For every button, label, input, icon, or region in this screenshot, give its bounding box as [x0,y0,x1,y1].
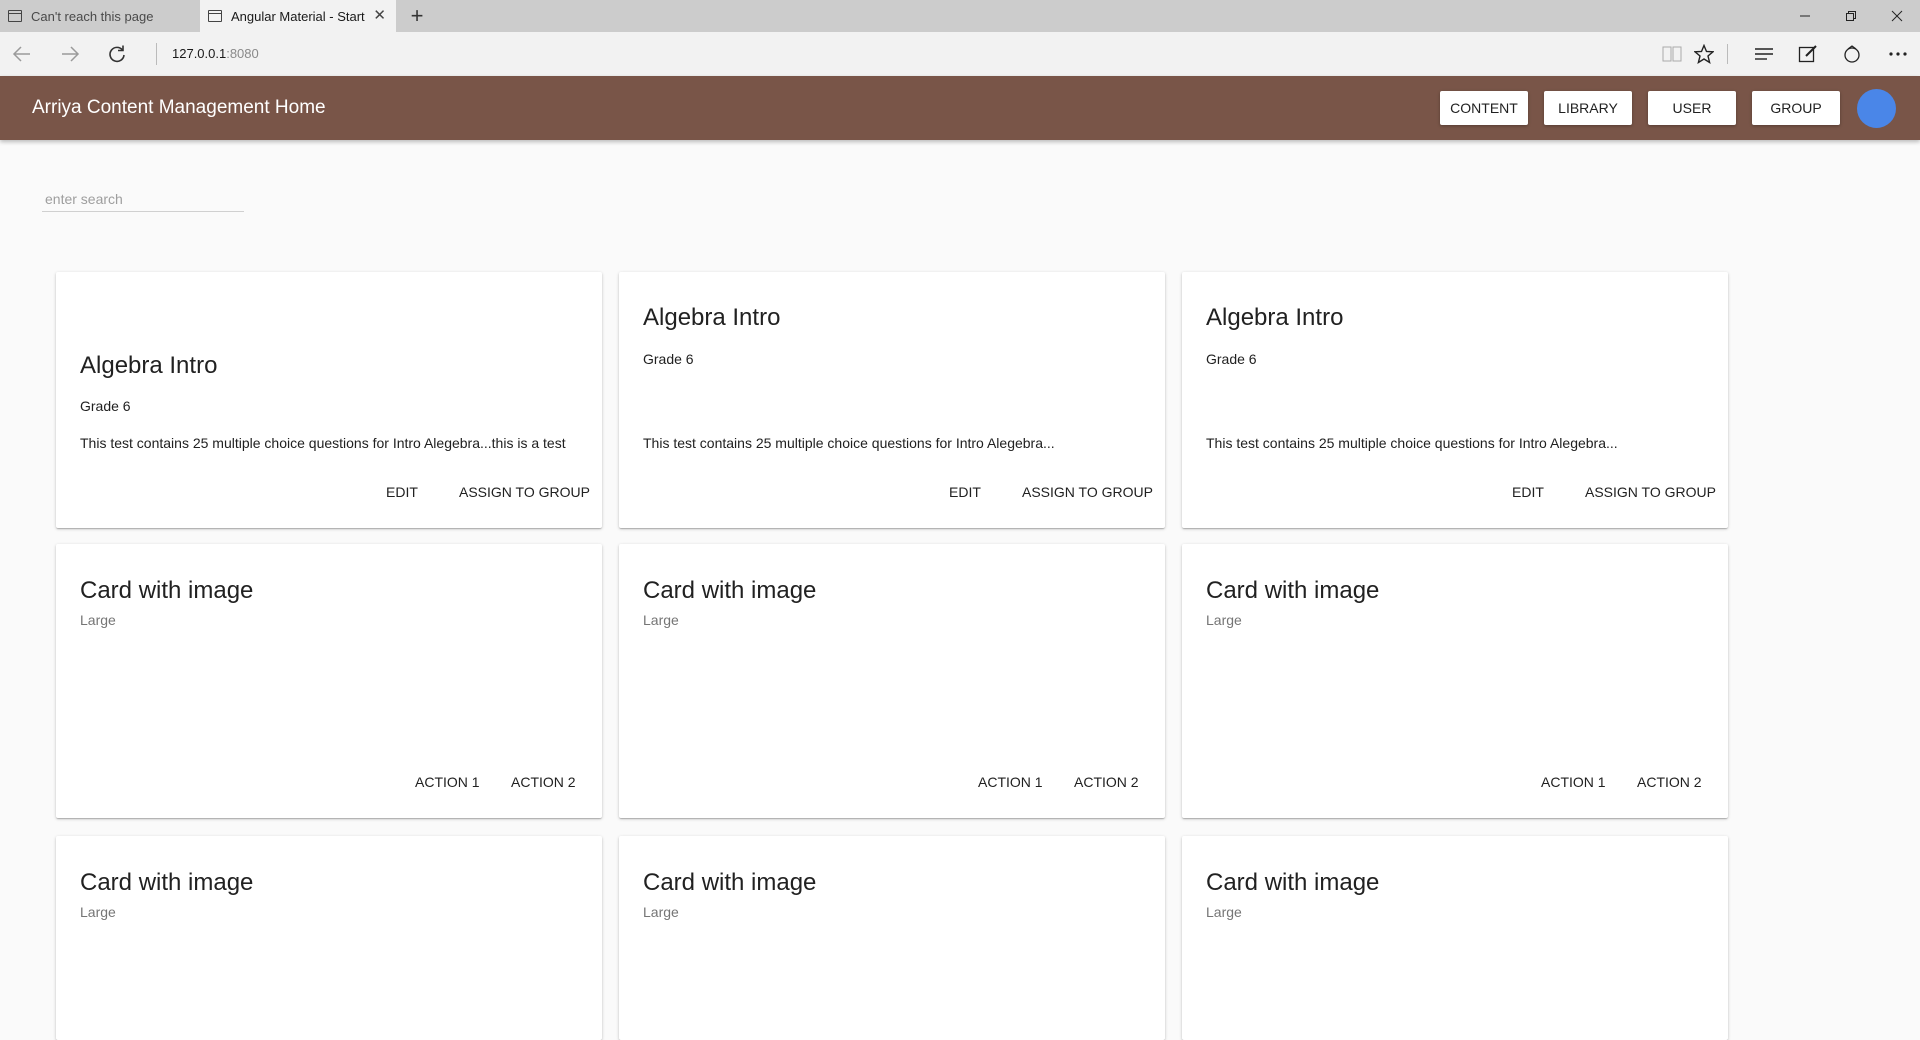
library-button[interactable]: LIBRARY [1544,91,1632,125]
book-icon [1662,46,1682,62]
toolbar-separator [1727,44,1728,64]
card-subtitle: Grade 6 [643,351,694,367]
card-description: This test contains 25 multiple choice qu… [80,435,566,451]
action-1-button[interactable]: ACTION 1 [1533,768,1614,796]
browser-tab-inactive[interactable]: Can't reach this page [0,0,200,32]
tab-label: Can't reach this page [31,8,154,24]
card-subtitle: Large [80,904,116,920]
share-icon [1844,45,1860,63]
card-subtitle: Large [643,904,679,920]
image-card: Card with image Large [56,836,602,1040]
search-input[interactable] [42,186,244,212]
url-host: 127.0.0.1 [172,46,227,61]
card-subtitle: Large [1206,904,1242,920]
reading-view-button[interactable] [1656,38,1688,70]
assign-to-group-button[interactable]: ASSIGN TO GROUP [1014,478,1161,506]
minimize-icon [1800,15,1810,17]
image-card: Card with image Large ACTION 1 ACTION 2 [619,544,1165,818]
more-icon [1889,52,1907,56]
refresh-icon [109,45,125,63]
url-field[interactable]: 127.0.0.1:8080 [156,43,259,65]
action-2-button[interactable]: ACTION 2 [1066,768,1147,796]
new-tab-button[interactable]: + [404,3,430,29]
action-2-button[interactable]: ACTION 2 [503,768,584,796]
close-window-button[interactable] [1874,0,1920,32]
card-subtitle: Large [1206,612,1242,628]
minimize-button[interactable] [1782,0,1828,32]
image-card: Card with image Large [619,836,1165,1040]
card-title: Algebra Intro [643,304,781,331]
assign-to-group-button[interactable]: ASSIGN TO GROUP [1577,478,1724,506]
forward-arrow-icon [62,46,80,62]
card-title: Card with image [1206,577,1380,604]
image-card: Card with image Large [1182,836,1728,1040]
refresh-button[interactable] [101,38,133,70]
user-button[interactable]: USER [1648,91,1736,125]
action-1-button[interactable]: ACTION 1 [407,768,488,796]
close-icon [1891,10,1903,22]
pen-note-icon [1798,45,1817,63]
card-title: Card with image [643,869,817,896]
card-subtitle: Large [643,612,679,628]
card-title: Card with image [80,869,254,896]
browser-tab-bar: Can't reach this page Angular Material -… [0,0,1920,32]
more-button[interactable] [1882,38,1914,70]
forward-button[interactable] [54,38,86,70]
content-button[interactable]: CONTENT [1440,91,1528,125]
close-tab-icon[interactable]: ✕ [373,8,386,24]
card-title: Card with image [80,577,254,604]
web-note-button[interactable] [1792,38,1824,70]
card-description: This test contains 25 multiple choice qu… [643,435,1055,451]
page-icon [8,10,22,22]
card-title: Algebra Intro [80,352,218,379]
content-card: Algebra Intro Grade 6 This test contains… [619,272,1165,528]
group-button[interactable]: GROUP [1752,91,1840,125]
star-icon [1694,44,1714,64]
action-2-button[interactable]: ACTION 2 [1629,768,1710,796]
image-card: Card with image Large ACTION 1 ACTION 2 [56,544,602,818]
card-subtitle: Large [80,612,116,628]
app-toolbar: Arriya Content Management Home CONTENT L… [0,76,1920,140]
browser-tab-active[interactable]: Angular Material - Start ✕ [200,0,396,32]
edit-button[interactable]: EDIT [1504,478,1552,506]
app-title: Arriya Content Management Home [32,97,326,118]
card-subtitle: Grade 6 [80,398,131,414]
card-title: Card with image [643,577,817,604]
card-description: This test contains 25 multiple choice qu… [1206,435,1618,451]
card-subtitle: Grade 6 [1206,351,1257,367]
hub-button[interactable] [1748,38,1780,70]
edit-button[interactable]: EDIT [941,478,989,506]
image-card: Card with image Large ACTION 1 ACTION 2 [1182,544,1728,818]
card-title: Card with image [1206,869,1380,896]
avatar[interactable] [1857,89,1896,128]
favorite-button[interactable] [1688,38,1720,70]
hub-icon [1755,48,1773,60]
assign-to-group-button[interactable]: ASSIGN TO GROUP [451,478,598,506]
content-card: Algebra Intro Grade 6 This test contains… [1182,272,1728,528]
url-port: :8080 [226,46,259,61]
page-icon [208,10,222,22]
browser-address-bar: 127.0.0.1:8080 [0,32,1920,76]
action-1-button[interactable]: ACTION 1 [970,768,1051,796]
restore-button[interactable] [1828,0,1874,32]
restore-icon [1846,11,1856,21]
share-button[interactable] [1836,38,1868,70]
back-button[interactable] [6,38,38,70]
card-title: Algebra Intro [1206,304,1344,331]
back-arrow-icon [12,46,30,62]
tab-label: Angular Material - Start [231,8,365,24]
edit-button[interactable]: EDIT [378,478,426,506]
content-card: Algebra Intro Grade 6 This test contains… [56,272,602,528]
